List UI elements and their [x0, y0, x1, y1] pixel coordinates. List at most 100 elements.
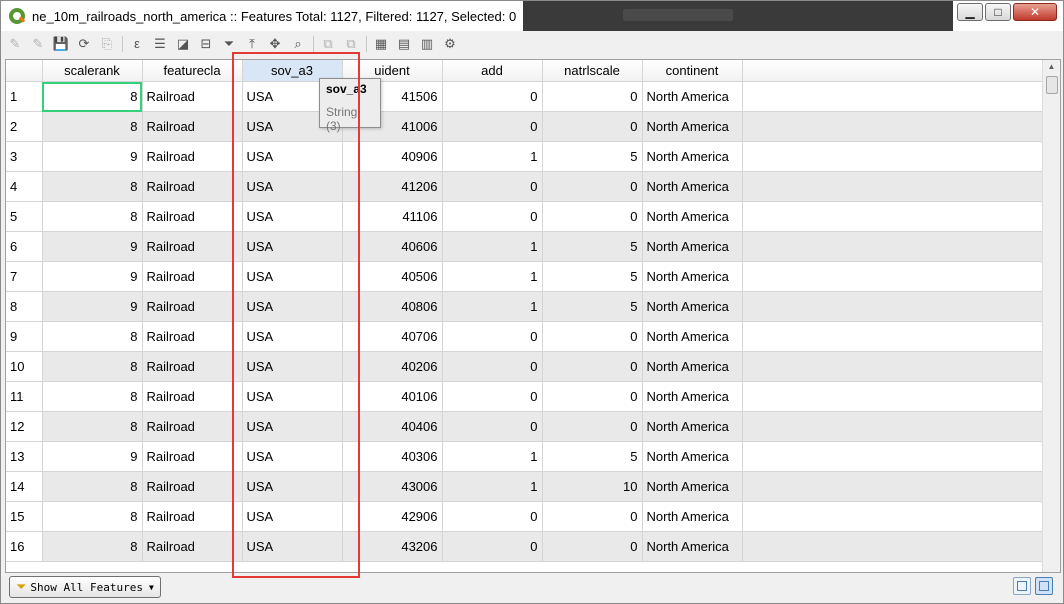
table-row[interactable]: 15 8 Railroad USA 42906 0 0 North America [6, 501, 1044, 532]
table-cell-sov-a3[interactable]: USA [242, 231, 343, 262]
reload-icon[interactable]: ⟳ [76, 36, 92, 52]
table-row[interactable]: 16 8 Railroad USA 43206 0 0 North America [6, 531, 1044, 562]
table-cell-featurecla[interactable]: Railroad [142, 201, 243, 232]
table-cell-add[interactable]: 0 [442, 351, 543, 382]
table-cell-sov-a3[interactable]: USA [242, 381, 343, 412]
table-cell-uident[interactable]: 41106 [342, 201, 443, 232]
table-cell-sov-a3[interactable]: USA [242, 321, 343, 352]
table-cell-scalerank[interactable]: 8 [42, 81, 143, 112]
maximize-button[interactable]: □ [985, 3, 1011, 21]
table-row[interactable]: 14 8 Railroad USA 43006 1 10 North America [6, 471, 1044, 502]
table-cell-sov-a3[interactable]: USA [242, 501, 343, 532]
table-cell-uident[interactable]: 40206 [342, 351, 443, 382]
table-cell-add[interactable]: 0 [442, 531, 543, 562]
column-header-add[interactable]: add [442, 60, 543, 82]
column-header-continent[interactable]: continent [642, 60, 743, 82]
table-cell-continent[interactable]: North America [642, 141, 743, 172]
row-number[interactable]: 12 [6, 411, 43, 442]
table-cell-add[interactable]: 0 [442, 111, 543, 142]
table-cell-continent[interactable]: North America [642, 231, 743, 262]
actions-icon[interactable]: ⚙ [442, 36, 458, 52]
multi-edit-icon[interactable]: ✎ [30, 36, 46, 52]
table-cell-featurecla[interactable]: Railroad [142, 261, 243, 292]
table-cell-uident[interactable]: 40406 [342, 411, 443, 442]
table-cell-add[interactable]: 0 [442, 411, 543, 442]
table-cell-add[interactable]: 0 [442, 201, 543, 232]
table-cell-continent[interactable]: North America [642, 111, 743, 142]
table-cell-continent[interactable]: North America [642, 321, 743, 352]
table-cell-continent[interactable]: North America [642, 471, 743, 502]
table-cell-natrlscale[interactable]: 0 [542, 351, 643, 382]
row-number[interactable]: 4 [6, 171, 43, 202]
table-cell-natrlscale[interactable]: 0 [542, 321, 643, 352]
table-cell-sov-a3[interactable]: USA [242, 171, 343, 202]
field-calculator-icon[interactable]: ▤ [396, 36, 412, 52]
row-number[interactable]: 11 [6, 381, 43, 412]
table-cell-featurecla[interactable]: Railroad [142, 351, 243, 382]
table-cell-scalerank[interactable]: 9 [42, 261, 143, 292]
table-row[interactable]: 10 8 Railroad USA 40206 0 0 North America [6, 351, 1044, 382]
table-cell-scalerank[interactable]: 8 [42, 351, 143, 382]
scroll-thumb[interactable] [1046, 76, 1058, 94]
table-row[interactable]: 8 9 Railroad USA 40806 1 5 North America [6, 291, 1044, 322]
table-cell-scalerank[interactable]: 9 [42, 291, 143, 322]
table-cell-featurecla[interactable]: Railroad [142, 471, 243, 502]
table-cell-scalerank[interactable]: 9 [42, 441, 143, 472]
table-cell-natrlscale[interactable]: 0 [542, 201, 643, 232]
attribute-grid[interactable]: scalerank featurecla sov_a3 uident add natrls… [5, 59, 1061, 573]
table-cell-uident[interactable]: 40806 [342, 291, 443, 322]
table-cell-uident[interactable]: 40906 [342, 141, 443, 172]
row-number[interactable]: 8 [6, 291, 43, 322]
table-cell-natrlscale[interactable]: 0 [542, 531, 643, 562]
table-row[interactable]: 5 8 Railroad USA 41106 0 0 North America [6, 201, 1044, 232]
table-cell-uident[interactable]: 40306 [342, 441, 443, 472]
vertical-scrollbar[interactable]: ▲ [1042, 60, 1060, 572]
table-cell-natrlscale[interactable]: 5 [542, 261, 643, 292]
table-cell-add[interactable]: 1 [442, 141, 543, 172]
row-number[interactable]: 15 [6, 501, 43, 532]
zoom-to-selected-icon[interactable]: ⌕ [290, 36, 306, 52]
table-cell-uident[interactable]: 43006 [342, 471, 443, 502]
table-cell-uident[interactable]: 40106 [342, 381, 443, 412]
table-cell-add[interactable]: 1 [442, 261, 543, 292]
column-header-natrlscale[interactable]: natrlscale [542, 60, 643, 82]
table-cell-continent[interactable]: North America [642, 201, 743, 232]
table-cell-featurecla[interactable]: Railroad [142, 501, 243, 532]
table-cell-featurecla[interactable]: Railroad [142, 441, 243, 472]
table-cell-scalerank[interactable]: 9 [42, 231, 143, 262]
table-cell-add[interactable]: 1 [442, 471, 543, 502]
table-cell-featurecla[interactable]: Railroad [142, 231, 243, 262]
row-number[interactable]: 10 [6, 351, 43, 382]
table-cell-sov-a3[interactable]: USA [242, 351, 343, 382]
table-cell-scalerank[interactable]: 8 [42, 381, 143, 412]
toggle-editing-icon[interactable]: ✎ [7, 36, 23, 52]
table-cell-featurecla[interactable]: Railroad [142, 171, 243, 202]
pan-to-selected-icon[interactable]: ✥ [267, 36, 283, 52]
conditional-formatting-icon[interactable]: ▥ [419, 36, 435, 52]
table-cell-natrlscale[interactable]: 0 [542, 381, 643, 412]
table-cell-scalerank[interactable]: 8 [42, 501, 143, 532]
select-by-expression-icon[interactable]: ε [129, 36, 145, 52]
table-cell-featurecla[interactable]: Railroad [142, 81, 243, 112]
select-all-icon[interactable]: ☰ [152, 36, 168, 52]
table-cell-continent[interactable]: North America [642, 411, 743, 442]
table-cell-uident[interactable]: 40506 [342, 261, 443, 292]
table-cell-uident[interactable]: 41206 [342, 171, 443, 202]
table-cell-featurecla[interactable]: Railroad [142, 141, 243, 172]
table-cell-continent[interactable]: North America [642, 81, 743, 112]
table-cell-natrlscale[interactable]: 0 [542, 411, 643, 442]
table-cell-natrlscale[interactable]: 10 [542, 471, 643, 502]
close-button[interactable]: ✕ [1013, 3, 1057, 21]
table-row[interactable]: 4 8 Railroad USA 41206 0 0 North America [6, 171, 1044, 202]
table-row[interactable]: 13 9 Railroad USA 40306 1 5 North America [6, 441, 1044, 472]
paste-features-icon[interactable]: ⧉ [343, 36, 359, 52]
column-header-scalerank[interactable]: scalerank [42, 60, 143, 82]
table-cell-continent[interactable]: North America [642, 531, 743, 562]
invert-selection-icon[interactable]: ◪ [175, 36, 191, 52]
table-cell-sov-a3[interactable]: USA [242, 141, 343, 172]
table-cell-natrlscale[interactable]: 0 [542, 171, 643, 202]
table-cell-continent[interactable]: North America [642, 261, 743, 292]
table-cell-uident[interactable]: 40606 [342, 231, 443, 262]
table-cell-uident[interactable]: 43206 [342, 531, 443, 562]
row-number[interactable]: 14 [6, 471, 43, 502]
